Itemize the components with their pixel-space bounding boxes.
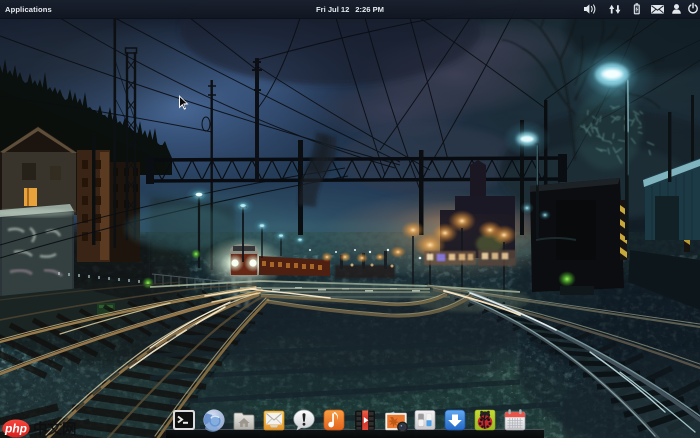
svg-text:中文网: 中文网	[33, 420, 77, 438]
svg-text:php: php	[4, 422, 27, 436]
